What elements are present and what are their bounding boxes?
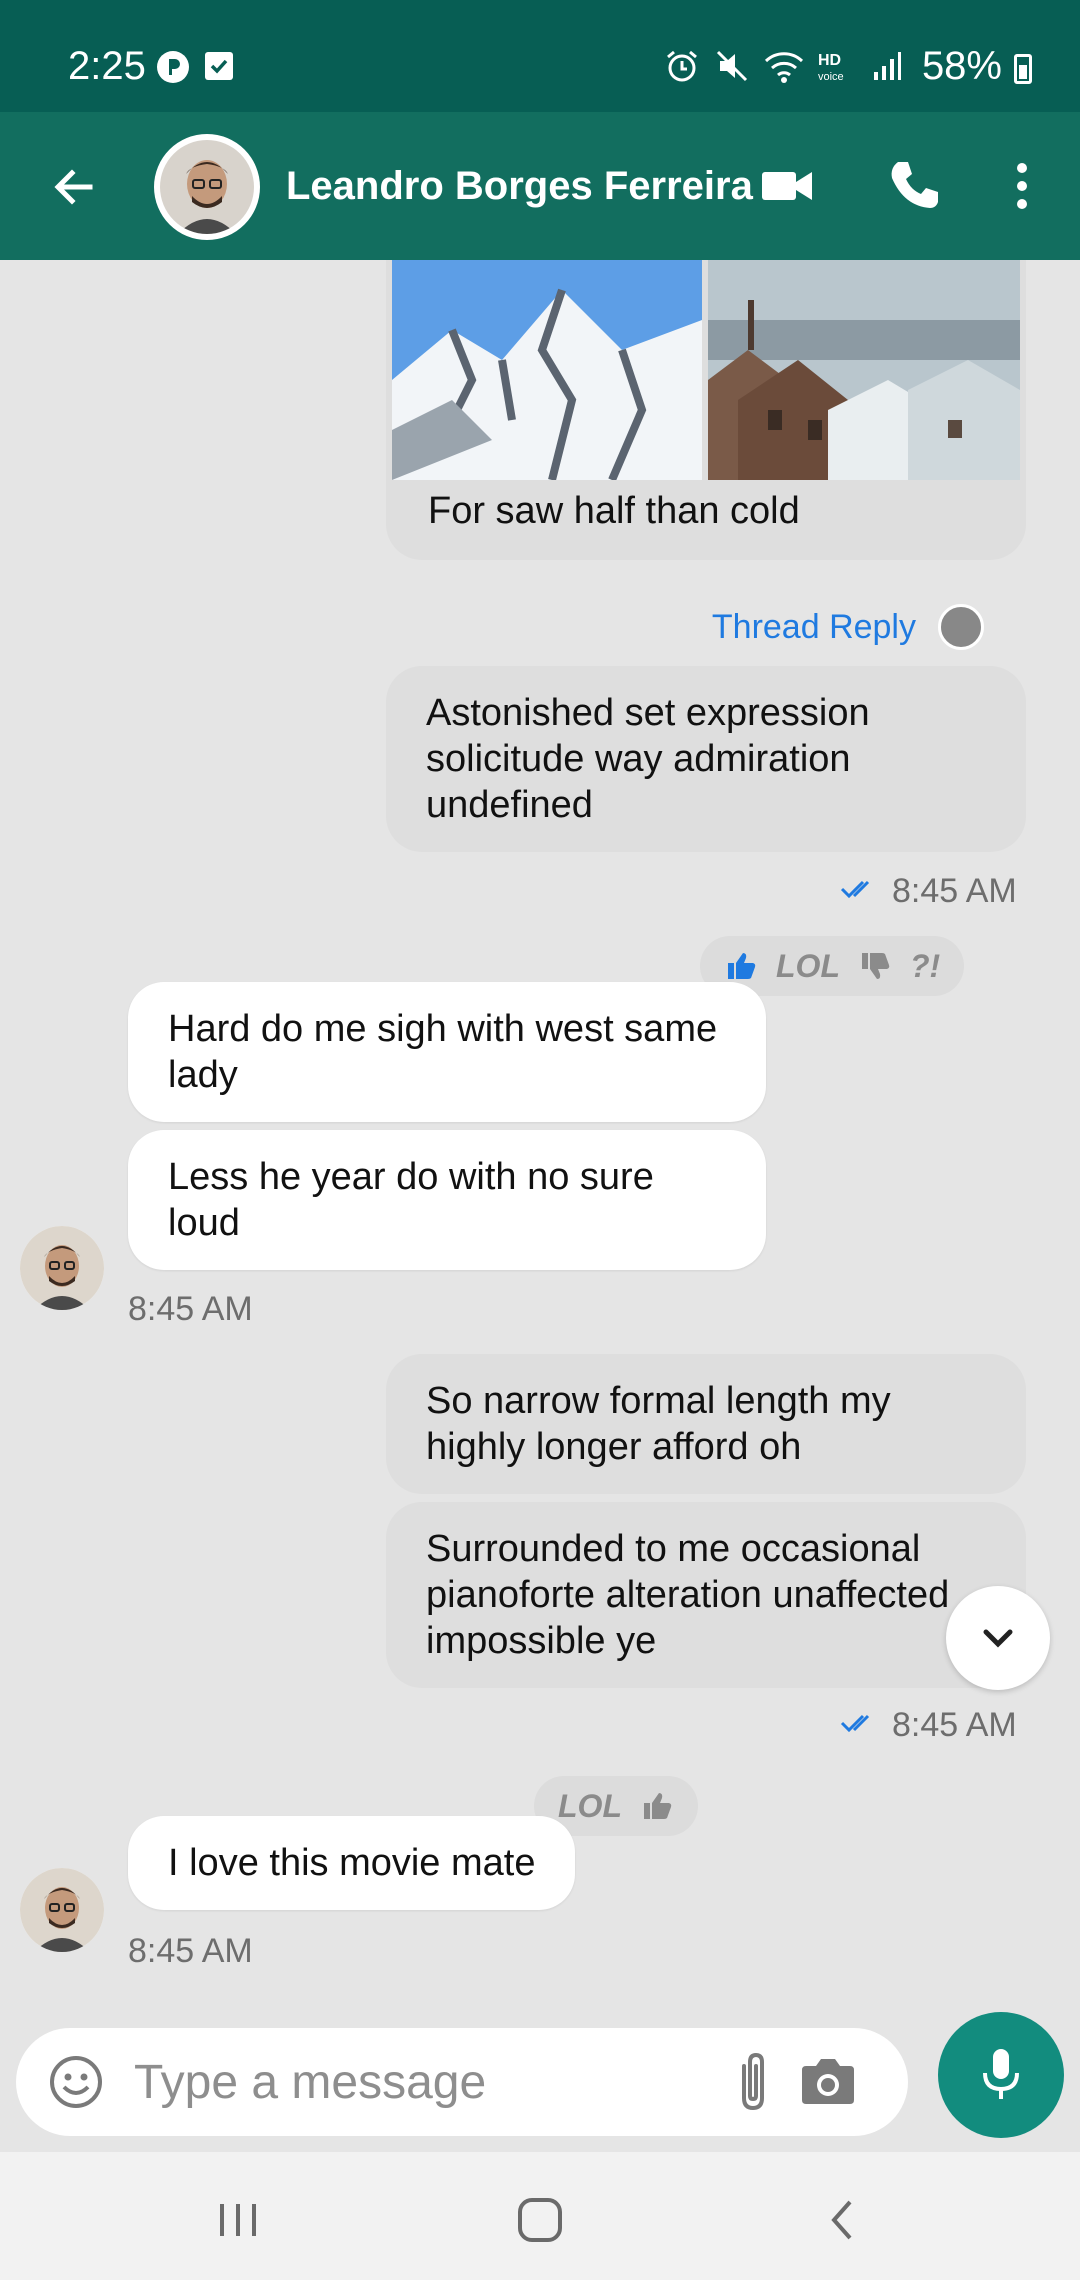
- video-call-icon[interactable]: [758, 156, 818, 216]
- svg-text:voice: voice: [818, 71, 844, 83]
- read-receipt-icon: [840, 1708, 880, 1747]
- signal-icon: [874, 52, 901, 80]
- message-time: 8:45 AM: [892, 872, 1017, 910]
- alarm-icon: [667, 50, 697, 82]
- status-time: 2:25: [68, 44, 146, 88]
- outgoing-message[interactable]: Surrounded to me occasional pianoforte a…: [386, 1502, 1026, 1688]
- message-list[interactable]: For saw half than cold Thread Reply Asto…: [0, 260, 1080, 2020]
- message-input[interactable]: [134, 2048, 714, 2116]
- home-icon[interactable]: [510, 2190, 570, 2250]
- p-icon: [157, 51, 189, 83]
- more-vert-icon[interactable]: [992, 156, 1052, 216]
- voice-message-button[interactable]: [938, 2012, 1064, 2138]
- emoji-icon[interactable]: [48, 2054, 104, 2110]
- recent-apps-icon[interactable]: [208, 2190, 268, 2250]
- thumbs-up-icon[interactable]: [640, 1789, 674, 1823]
- message-text: Hard do me sigh with west same lady: [168, 1008, 718, 1096]
- battery-percentage: 58%: [921, 44, 1002, 88]
- incoming-message[interactable]: Less he year do with no sure loud: [128, 1130, 766, 1270]
- check-box-icon: [205, 52, 233, 80]
- message-text: So narrow formal length my highly longer…: [426, 1380, 891, 1468]
- message-time: 8:45 AM: [128, 1290, 253, 1328]
- svg-text:HD: HD: [818, 52, 841, 69]
- message-text: I love this movie mate: [168, 1842, 536, 1884]
- sender-avatar[interactable]: [20, 1868, 104, 1952]
- scroll-to-bottom-button[interactable]: [946, 1586, 1050, 1690]
- message-composer: [16, 2028, 908, 2136]
- message-time: 8:45 AM: [128, 1932, 253, 1970]
- lol-reaction[interactable]: LOL: [776, 948, 840, 985]
- thumbs-down-icon[interactable]: [858, 949, 892, 983]
- attach-icon[interactable]: [722, 2050, 782, 2114]
- message-time: 8:45 AM: [892, 1706, 1017, 1744]
- sender-avatar[interactable]: [20, 1226, 104, 1310]
- message-text: Surrounded to me occasional pianoforte a…: [426, 1528, 950, 1662]
- interrobang-reaction[interactable]: ?!: [910, 948, 940, 985]
- mountain-image[interactable]: [392, 260, 702, 480]
- wifi-icon: [764, 52, 804, 83]
- thread-reply-link[interactable]: Thread Reply: [712, 608, 916, 647]
- image-message[interactable]: For saw half than cold: [386, 260, 1026, 560]
- status-bar: 2:25 HD voice 58%: [0, 0, 1080, 112]
- system-navigation-bar: [0, 2152, 1080, 2280]
- contact-name[interactable]: Leandro Borges Ferreira: [286, 164, 753, 209]
- outgoing-message[interactable]: Astonished set expression solicitude way…: [386, 666, 1026, 852]
- back-nav-icon[interactable]: [812, 2190, 872, 2250]
- battery-icon: [1014, 54, 1032, 84]
- microphone-icon: [983, 2049, 1019, 2099]
- outgoing-message[interactable]: So narrow formal length my highly longer…: [386, 1354, 1026, 1494]
- lol-reaction[interactable]: LOL: [558, 1788, 622, 1825]
- back-arrow-icon[interactable]: [40, 152, 110, 222]
- mute-icon: [716, 50, 748, 82]
- message-text: Less he year do with no sure loud: [168, 1156, 654, 1244]
- camera-icon[interactable]: [798, 2054, 858, 2110]
- incoming-message[interactable]: Hard do me sigh with west same lady: [128, 982, 766, 1122]
- contact-avatar[interactable]: [154, 134, 260, 240]
- incoming-message[interactable]: I love this movie mate: [128, 1816, 576, 1910]
- hd-voice-icon: HD voice: [818, 52, 844, 83]
- chevron-down-icon: [983, 1629, 1013, 1648]
- image-caption: For saw half than cold: [428, 490, 800, 532]
- read-receipt-icon: [840, 874, 880, 913]
- thumbs-up-icon[interactable]: [724, 949, 758, 983]
- app-bar: Leandro Borges Ferreira: [0, 112, 1080, 260]
- city-image[interactable]: [708, 260, 1020, 480]
- message-text: Astonished set expression solicitude way…: [426, 692, 870, 826]
- thread-reply-avatar: [938, 604, 984, 650]
- phone-icon[interactable]: [884, 156, 944, 216]
